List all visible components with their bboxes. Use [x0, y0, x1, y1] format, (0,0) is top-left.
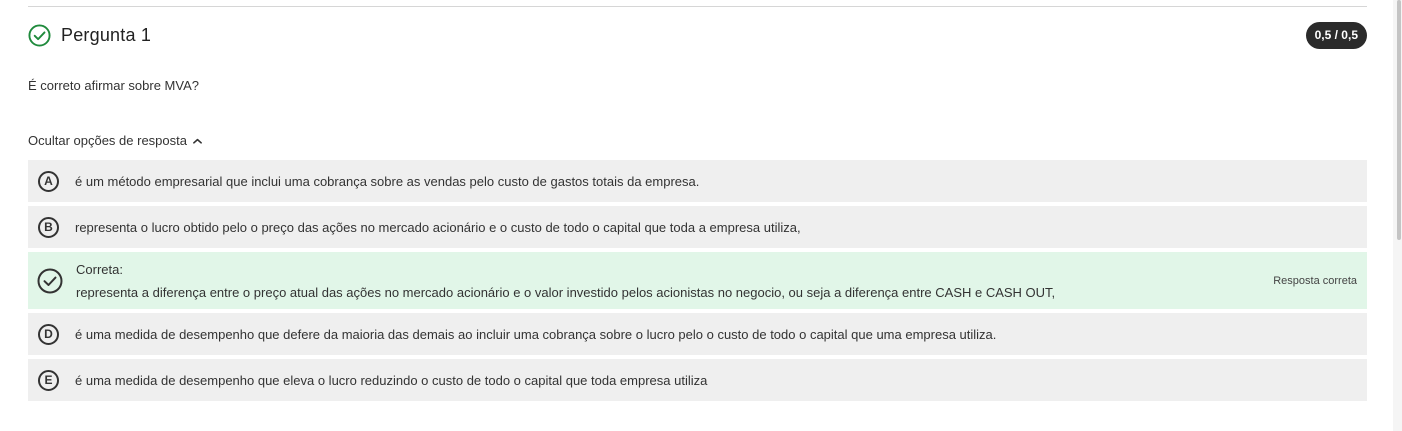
correct-label: Correta: — [76, 261, 123, 277]
hide-options-label: Ocultar opções de resposta — [28, 133, 187, 148]
option-c-correct[interactable]: Correta: representa a diferença entre o … — [28, 252, 1367, 309]
scrollbar-thumb[interactable] — [1397, 0, 1401, 240]
check-circle-icon — [37, 268, 63, 293]
option-a[interactable]: A é um método empresarial que inclui uma… — [28, 160, 1367, 202]
option-letter-badge: A — [38, 170, 59, 192]
question-title: Pergunta 1 — [61, 25, 152, 45]
question-header: Pergunta 1 0,5 / 0,5 — [28, 22, 1367, 49]
check-circle-icon — [28, 24, 51, 47]
correct-answer-body: Correta: representa a diferença entre o … — [76, 262, 1055, 300]
score-badge: 0,5 / 0,5 — [1305, 22, 1367, 49]
hide-options-toggle[interactable]: Ocultar opções de resposta — [28, 133, 202, 148]
chevron-up-icon — [193, 138, 202, 144]
option-letter-badge: B — [38, 216, 59, 238]
option-letter-badge: E — [38, 369, 59, 391]
option-e[interactable]: E é uma medida de desempenho que eleva o… — [28, 359, 1367, 401]
option-text: representa a diferença entre o preço atu… — [76, 284, 1056, 300]
option-text: é uma medida de desempenho que defere da… — [75, 326, 997, 342]
option-b[interactable]: B representa o lucro obtido pelo o preço… — [28, 206, 1367, 248]
option-letter-badge: D — [38, 323, 59, 345]
top-divider — [28, 6, 1367, 7]
option-text: é uma medida de desempenho que eleva o l… — [75, 372, 708, 388]
correct-answer-note: Resposta correta — [1273, 275, 1357, 287]
option-text: é um método empresarial que inclui uma c… — [75, 173, 700, 189]
option-d[interactable]: D é uma medida de desempenho que defere … — [28, 313, 1367, 355]
option-text: representa o lucro obtido pelo o preço d… — [75, 219, 801, 235]
question-text: É correto afirmar sobre MVA? — [28, 78, 199, 93]
answer-options: A é um método empresarial que inclui uma… — [28, 160, 1367, 405]
